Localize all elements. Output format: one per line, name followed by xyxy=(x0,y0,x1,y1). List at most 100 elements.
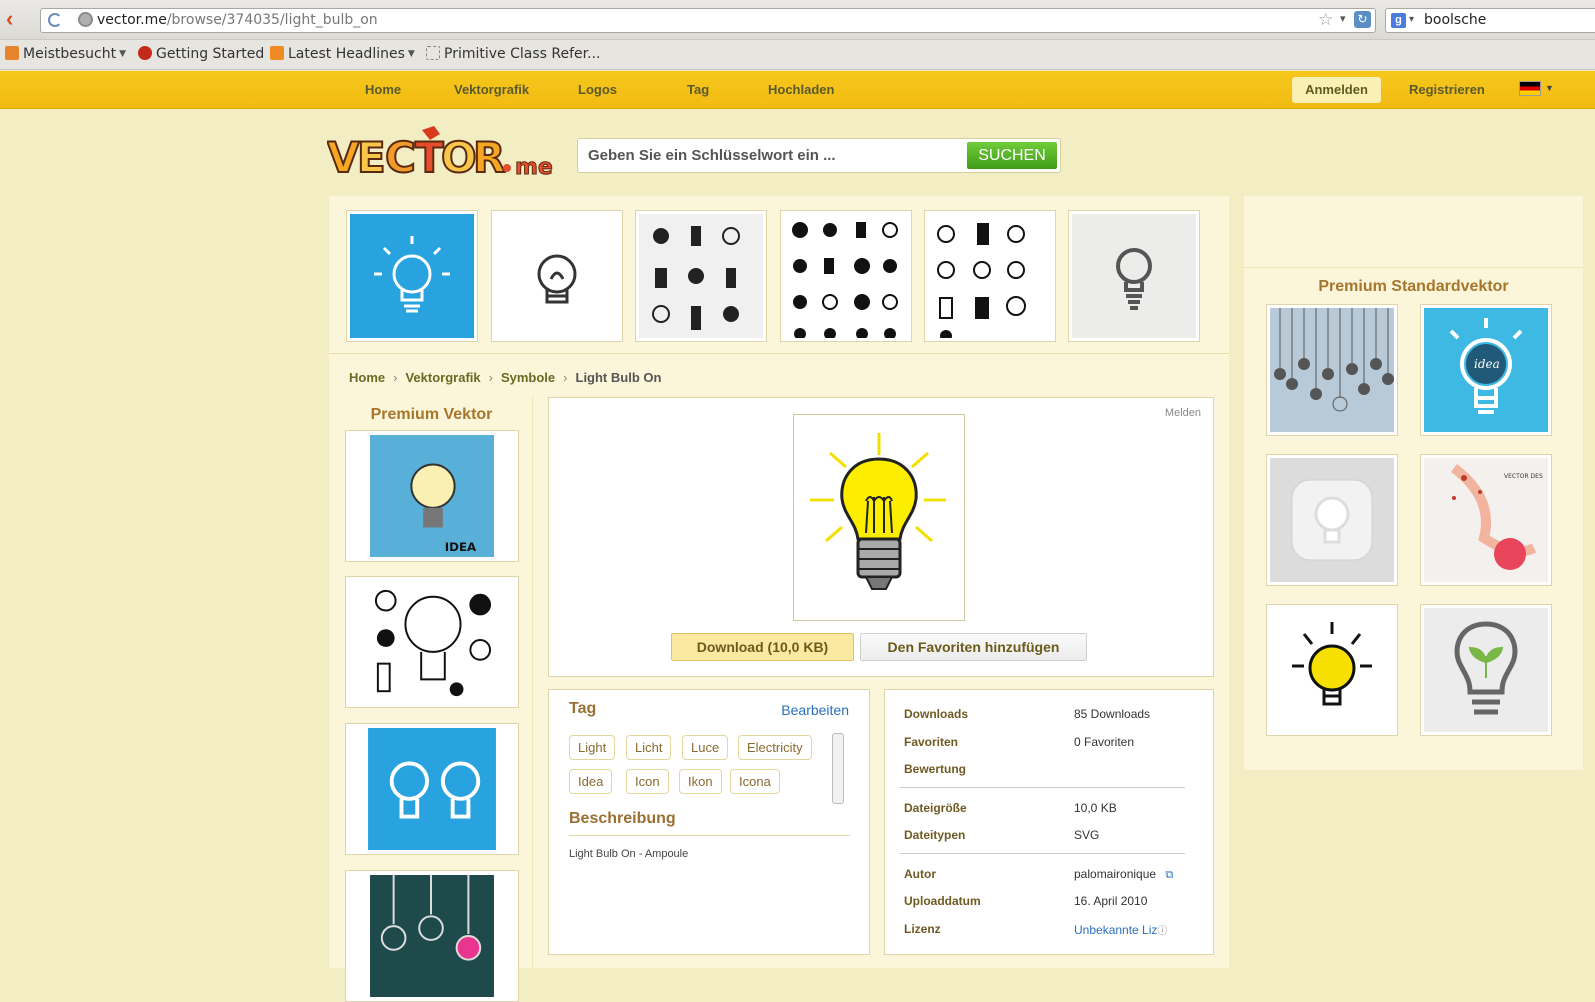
upload-date-label: Uploaddatum xyxy=(904,894,981,908)
tag-chip[interactable]: Icona xyxy=(730,769,780,794)
browser-search-input[interactable]: boolsche xyxy=(1424,12,1486,28)
breadcrumb-home[interactable]: Home xyxy=(349,370,385,385)
tag-chip[interactable]: Ikon xyxy=(679,769,722,794)
vector-preview-box: Melden Download (10,0 KB) Den Favoriten … xyxy=(548,397,1214,677)
favorites-value: 0 Favoriten xyxy=(1074,735,1135,749)
premium-standard-thumb[interactable] xyxy=(1266,304,1398,436)
star-icon[interactable]: ☆ xyxy=(1318,10,1333,30)
bookmark-latest-headlines[interactable]: Latest Headlines ▼ xyxy=(270,46,415,62)
tag-chip[interactable]: Idea xyxy=(569,769,613,794)
bookmark-label: Getting Started xyxy=(156,46,265,62)
bookmark-label: Meistbesucht xyxy=(23,46,117,62)
tags-scrollbar[interactable] xyxy=(832,733,844,804)
premium-thumb[interactable] xyxy=(345,576,519,708)
premium-standard-thumb[interactable] xyxy=(1266,604,1398,736)
back-arrow-icon[interactable]: ‹ xyxy=(6,8,28,31)
filetypes-label: Dateitypen xyxy=(904,828,966,842)
report-link[interactable]: Melden xyxy=(1165,407,1201,419)
tag-chip[interactable]: Icon xyxy=(626,769,669,794)
bookmark-label: Primitive Class Refer... xyxy=(444,46,601,62)
vector-preview-image[interactable] xyxy=(793,414,965,621)
premium-standard-thumb[interactable] xyxy=(1266,454,1398,586)
flag-de-icon[interactable] xyxy=(1519,81,1541,96)
login-button[interactable]: Anmelden xyxy=(1292,77,1381,103)
chevron-down-icon: ▼ xyxy=(119,49,127,59)
rating-label: Bewertung xyxy=(904,762,967,776)
filesize-label: Dateigröße xyxy=(904,801,967,815)
related-thumb[interactable] xyxy=(346,210,478,342)
filetypes-value: SVG xyxy=(1074,828,1100,842)
nav-logos[interactable]: Logos xyxy=(578,82,617,97)
license-value[interactable]: Unbekannte Lizⓘ xyxy=(1074,922,1167,937)
tag-chip[interactable]: Luce xyxy=(682,735,729,760)
author-value[interactable]: palomaironique ⧉ xyxy=(1074,867,1173,882)
favorites-label: Favoriten xyxy=(904,735,959,749)
premium-thumb[interactable] xyxy=(345,870,519,1002)
license-link[interactable]: Unbekannte Liz xyxy=(1074,923,1157,937)
premium-thumb[interactable]: IDEA xyxy=(345,430,519,562)
edit-tags-link[interactable]: Bearbeiten xyxy=(781,702,849,718)
tags-box: Tag Bearbeiten Light Licht Luce Electric… xyxy=(548,689,870,955)
browser-toolbar: ‹ vector.me/browse/374035/light_bulb_on … xyxy=(0,0,1595,40)
bookmark-primitive-class[interactable]: Primitive Class Refer... xyxy=(426,46,600,62)
reload-icon[interactable]: ↻ xyxy=(1354,11,1371,28)
nav-vektorgrafik[interactable]: Vektorgrafik xyxy=(454,82,529,97)
breadcrumb-symbole[interactable]: Symbole xyxy=(501,370,555,385)
svg-text:VECTOR DES: VECTOR DES xyxy=(1504,473,1543,480)
folder-icon xyxy=(5,46,19,60)
nav-hochladen[interactable]: Hochladen xyxy=(768,82,834,97)
column-divider xyxy=(532,396,533,968)
related-thumb[interactable] xyxy=(924,210,1056,342)
site-search-input[interactable] xyxy=(586,139,956,172)
breadcrumb-current: Light Bulb On xyxy=(575,370,662,385)
chevron-down-icon[interactable]: ▼ xyxy=(1545,83,1554,93)
premium-standard-thumb[interactable] xyxy=(1420,604,1552,736)
refresh-icon[interactable] xyxy=(48,13,62,27)
search-button[interactable]: SUCHEN xyxy=(967,142,1057,169)
divider xyxy=(900,787,1185,788)
breadcrumb-separator: › xyxy=(488,370,493,385)
premium-standard-thumb[interactable]: idea xyxy=(1420,304,1552,436)
tag-chip[interactable]: Electricity xyxy=(738,735,812,760)
search-engine-dropdown-icon[interactable]: ▾ xyxy=(1409,14,1414,25)
premium-standard-thumb[interactable]: VECTOR DES xyxy=(1420,454,1552,586)
breadcrumb-vektorgrafik[interactable]: Vektorgrafik xyxy=(405,370,480,385)
firefox-icon xyxy=(138,46,152,60)
page-icon xyxy=(426,46,440,60)
related-thumb[interactable] xyxy=(635,210,767,342)
nav-home[interactable]: Home xyxy=(365,82,401,97)
related-thumb[interactable] xyxy=(491,210,623,342)
nav-tag[interactable]: Tag xyxy=(687,82,709,97)
author-name[interactable]: palomaironique xyxy=(1074,867,1156,881)
add-favorite-button[interactable]: Den Favoriten hinzufügen xyxy=(860,633,1087,661)
help-icon[interactable]: ⓘ xyxy=(1157,926,1167,937)
related-thumb[interactable] xyxy=(780,210,912,342)
description-title: Beschreibung xyxy=(569,810,676,827)
premium-standard-title: Premium Standardvektor xyxy=(1318,278,1509,295)
tag-chip[interactable]: Licht xyxy=(626,735,672,760)
tag-chip[interactable]: Light xyxy=(569,735,616,760)
url-dropdown-icon[interactable]: ▾ xyxy=(1340,12,1346,25)
register-link[interactable]: Registrieren xyxy=(1409,82,1485,97)
browser-search-box[interactable]: g ▾ boolsche xyxy=(1385,8,1595,33)
site-nav: Home Vektorgrafik Logos Tag Hochladen An… xyxy=(0,71,1595,109)
related-thumb[interactable] xyxy=(1068,210,1200,342)
google-icon[interactable]: g xyxy=(1391,13,1406,28)
bookmark-getting-started[interactable]: Getting Started xyxy=(138,46,264,62)
url-bar[interactable]: vector.me/browse/374035/light_bulb_on xyxy=(40,8,1376,33)
svg-text:V: V xyxy=(327,133,360,182)
external-link-icon[interactable]: ⧉ xyxy=(1165,869,1173,881)
url-host: vector.me xyxy=(97,12,167,28)
svg-text:T: T xyxy=(415,133,444,182)
bookmark-most-visited[interactable]: Meistbesucht ▼ xyxy=(5,46,126,62)
breadcrumb-separator: › xyxy=(393,370,398,385)
site-logo[interactable]: V E C T O R me xyxy=(326,126,563,186)
license-label: Lizenz xyxy=(904,922,941,936)
download-button[interactable]: Download (10,0 KB) xyxy=(671,633,854,661)
svg-text:C: C xyxy=(385,133,416,182)
svg-text:E: E xyxy=(357,133,386,182)
divider xyxy=(569,835,850,836)
bookmarks-bar: Meistbesucht ▼ Getting Started Latest Hea… xyxy=(0,40,1595,70)
file-info-box: Downloads 85 Downloads Favoriten 0 Favor… xyxy=(884,689,1214,955)
premium-thumb[interactable] xyxy=(345,723,519,855)
